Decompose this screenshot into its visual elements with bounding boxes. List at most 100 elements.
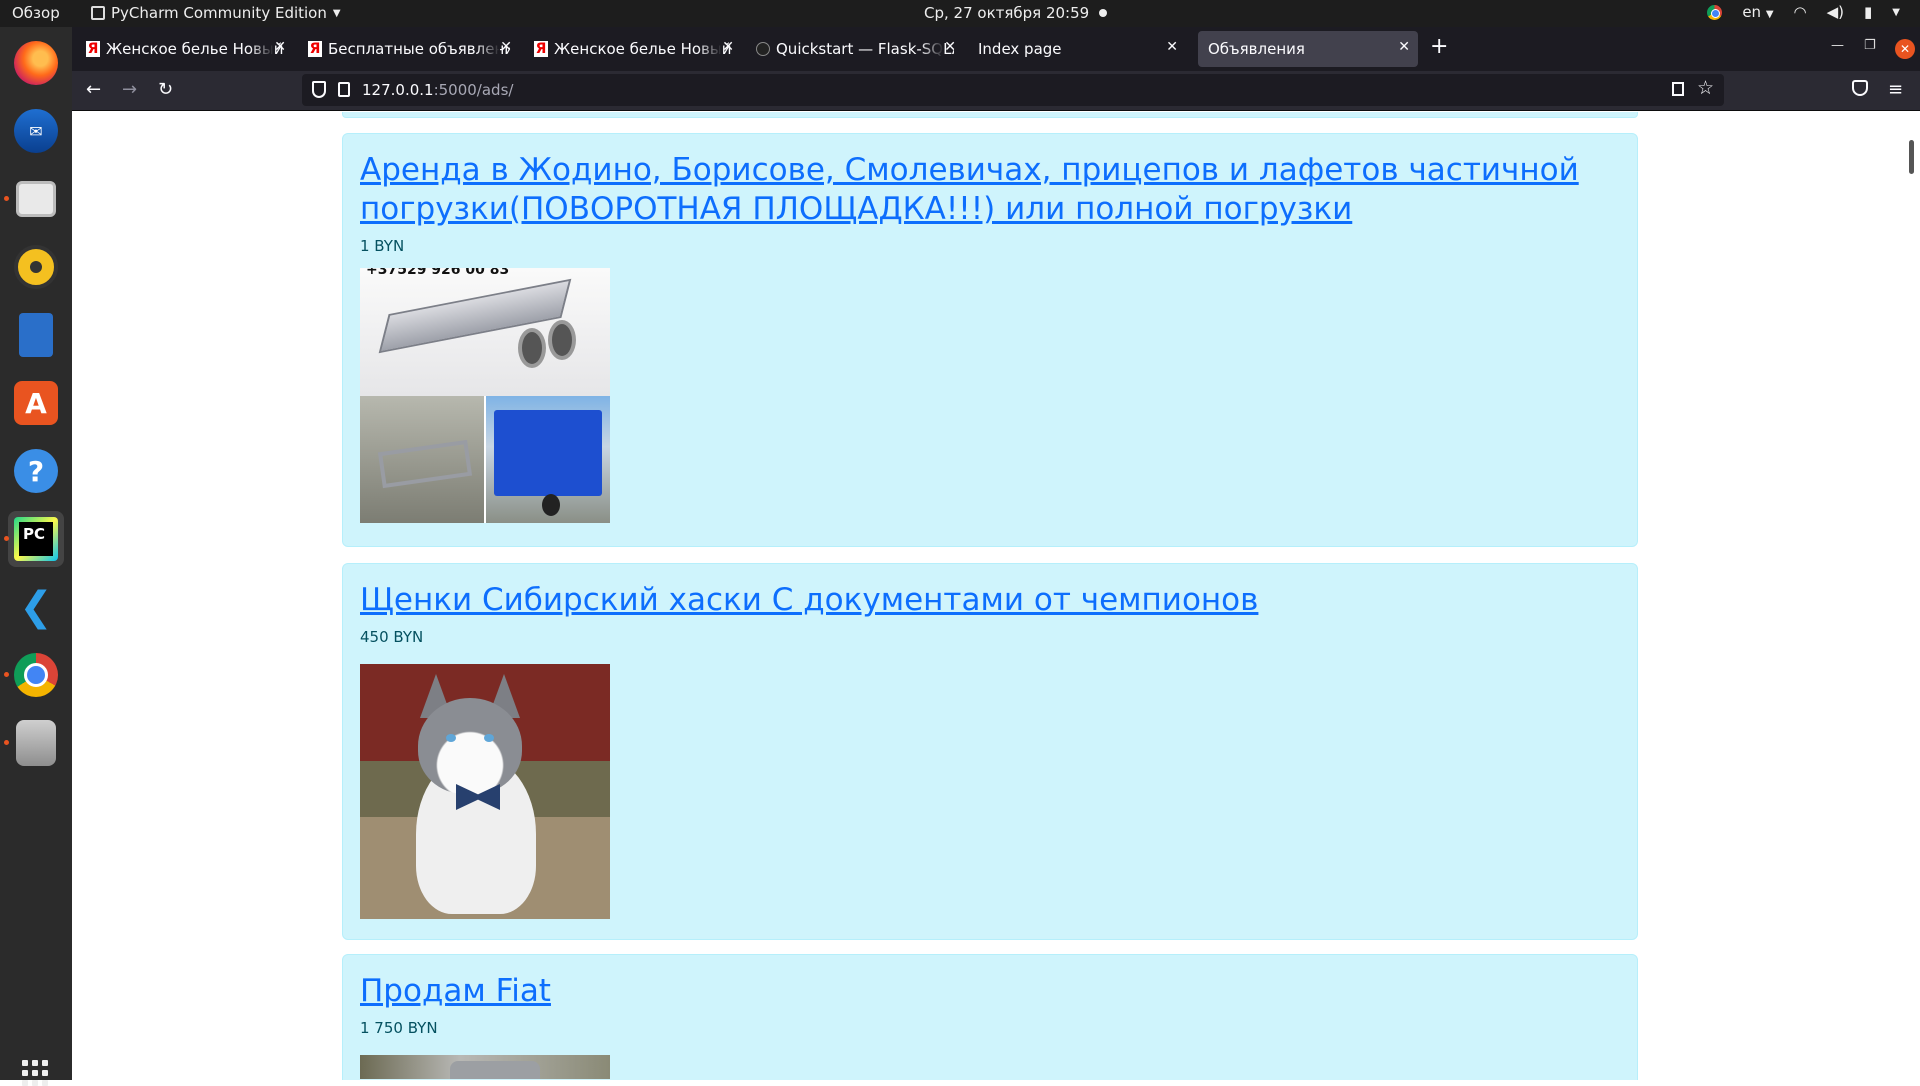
url-bar[interactable]: 127.0.0.1:5000/ads/ ☆ xyxy=(302,74,1724,106)
dock-database[interactable] xyxy=(4,715,64,771)
minimize-button[interactable]: — xyxy=(1831,38,1844,53)
dock-software[interactable]: A xyxy=(8,375,64,431)
dock-thunderbird[interactable]: ✉ xyxy=(8,103,64,159)
tab-close-icon[interactable]: ✕ xyxy=(722,39,734,55)
page-info-icon[interactable] xyxy=(338,82,350,97)
app-menu-label: PyCharm Community Edition xyxy=(111,4,327,22)
chrome-tray-icon[interactable] xyxy=(1707,4,1723,20)
ad-title-link[interactable]: Продам Fiat xyxy=(360,973,551,1009)
dock-files[interactable] xyxy=(4,171,64,227)
browser-tab-bar: Я Женское белье Новый ж ✕ Я Бесплатные о… xyxy=(72,27,1920,71)
system-top-bar: Обзор PyCharm Community Edition ▼ Ср, 27… xyxy=(0,0,1920,27)
ad-card: Аренда в Жодино, Борисове, Смолевичах, п… xyxy=(342,133,1638,547)
forward-button[interactable]: → xyxy=(122,79,137,100)
ad-title-link[interactable]: Щенки Сибирский хаски С документами от ч… xyxy=(360,582,1258,618)
tab-close-icon[interactable]: ✕ xyxy=(1398,39,1410,55)
pycharm-icon: PC xyxy=(14,517,58,561)
tab-title: Index page xyxy=(978,40,1062,58)
reader-view-icon[interactable] xyxy=(1672,82,1684,96)
tab-close-icon[interactable]: ✕ xyxy=(274,39,286,55)
url-host: 127.0.0.1 xyxy=(362,81,434,99)
vscode-icon: ❮ xyxy=(19,584,53,630)
ad-title-link[interactable]: Аренда в Жодино, Борисове, Смолевичах, п… xyxy=(360,152,1579,227)
dock-chrome[interactable] xyxy=(4,647,64,703)
page-scrollbar[interactable] xyxy=(1909,140,1914,174)
ad-photo[interactable]: +37529 926 00 83 xyxy=(360,268,610,523)
url-text[interactable]: 127.0.0.1:5000/ads/ xyxy=(362,81,513,99)
yandex-favicon-icon: Я xyxy=(534,41,548,57)
ad-photo[interactable] xyxy=(360,664,610,919)
chevron-down-icon: ▼ xyxy=(1765,9,1774,20)
language-indicator[interactable]: en ▼ xyxy=(1742,3,1773,21)
tracking-shield-icon[interactable] xyxy=(312,81,326,98)
menu-icon[interactable]: ≡ xyxy=(1888,79,1903,100)
tab-6-selected[interactable]: Объявления ✕ xyxy=(1198,31,1418,67)
window-close-button[interactable]: ✕ xyxy=(1895,39,1915,59)
ad-card: Щенки Сибирский хаски С документами от ч… xyxy=(342,563,1638,940)
ad-card: Продам Fiat 1 750 BYN xyxy=(342,954,1638,1080)
dock-writer[interactable] xyxy=(8,307,64,363)
software-center-icon: A xyxy=(14,381,58,425)
thunderbird-icon: ✉ xyxy=(14,109,58,153)
writer-icon xyxy=(19,313,53,357)
new-tab-button[interactable]: + xyxy=(1430,36,1448,58)
back-button[interactable]: ← xyxy=(86,79,101,100)
ad-title: Продам Fiat xyxy=(360,972,1620,1011)
tab-close-icon[interactable]: ✕ xyxy=(500,39,512,55)
tab-2[interactable]: Я Бесплатные объявлени ✕ xyxy=(298,31,520,67)
help-icon: ? xyxy=(14,449,58,493)
volume-icon[interactable]: ◀) xyxy=(1827,3,1844,21)
chevron-down-icon: ▼ xyxy=(332,7,341,19)
yandex-favicon-icon: Я xyxy=(86,41,100,57)
ad-price: 450 BYN xyxy=(360,628,424,646)
tab-close-icon[interactable]: ✕ xyxy=(1166,39,1178,55)
photo-phone-text: +37529 926 00 83 xyxy=(366,268,510,278)
battery-icon[interactable]: ▮ xyxy=(1864,3,1872,21)
pycharm-small-icon xyxy=(91,6,105,20)
files-icon xyxy=(16,181,56,217)
ad-title: Щенки Сибирский хаски С документами от ч… xyxy=(360,581,1620,620)
rhythmbox-icon xyxy=(14,245,58,289)
restore-button[interactable]: ❐ xyxy=(1864,38,1876,53)
yandex-favicon-icon: Я xyxy=(308,41,322,57)
system-tray[interactable]: en ▼ ◠ ◀) ▮ ▼ xyxy=(1707,3,1900,21)
tab-4[interactable]: Quickstart — Flask-SQLA ✕ xyxy=(746,31,964,67)
dock-vscode[interactable]: ❮ xyxy=(8,579,64,635)
dock-rhythmbox[interactable] xyxy=(8,239,64,295)
github-favicon-icon xyxy=(756,42,770,56)
running-indicator xyxy=(4,672,9,677)
tab-3[interactable]: Я Женское белье Новый ж ✕ xyxy=(524,31,742,67)
dock-firefox[interactable] xyxy=(8,35,64,91)
system-menu-chevron-icon[interactable]: ▼ xyxy=(1892,7,1900,18)
show-applications-icon[interactable] xyxy=(22,1060,48,1086)
previous-ad-card-edge xyxy=(342,112,1638,118)
tab-1[interactable]: Я Женское белье Новый ж ✕ xyxy=(76,31,294,67)
running-indicator xyxy=(4,536,9,541)
ad-photo[interactable] xyxy=(360,1055,610,1079)
running-indicator xyxy=(4,740,9,745)
dock-pycharm[interactable]: PC xyxy=(4,511,64,567)
ad-price: 1 750 BYN xyxy=(360,1019,438,1037)
pocket-icon[interactable] xyxy=(1852,80,1868,96)
firefox-icon xyxy=(14,41,58,85)
language-label: en xyxy=(1742,3,1762,21)
tab-close-icon[interactable]: ✕ xyxy=(944,39,956,55)
page-viewport: Аренда в Жодино, Борисове, Смолевичах, п… xyxy=(72,112,1920,1080)
browser-nav-bar: ← → ↻ 127.0.0.1:5000/ads/ ☆ ≡ xyxy=(72,71,1920,111)
app-menu[interactable]: PyCharm Community Edition ▼ xyxy=(91,4,341,22)
dock: ✉ A ? PC ❮ xyxy=(0,27,72,1086)
running-indicator xyxy=(4,196,9,201)
tab-5[interactable]: Index page ✕ xyxy=(968,31,1186,67)
ad-price: 1 BYN xyxy=(360,237,405,255)
activities-button[interactable]: Обзор xyxy=(12,4,60,22)
clock[interactable]: Ср, 27 октября 20:59 xyxy=(924,4,1108,22)
dock-help[interactable]: ? xyxy=(8,443,64,499)
database-icon xyxy=(16,720,56,766)
bookmark-star-icon[interactable]: ☆ xyxy=(1697,77,1714,99)
reload-button[interactable]: ↻ xyxy=(158,79,173,100)
url-path: :5000/ads/ xyxy=(433,81,514,99)
notification-dot-icon xyxy=(1099,9,1108,17)
wifi-icon[interactable]: ◠ xyxy=(1794,3,1807,21)
chrome-icon xyxy=(14,653,58,697)
tab-title: Объявления xyxy=(1208,40,1305,58)
